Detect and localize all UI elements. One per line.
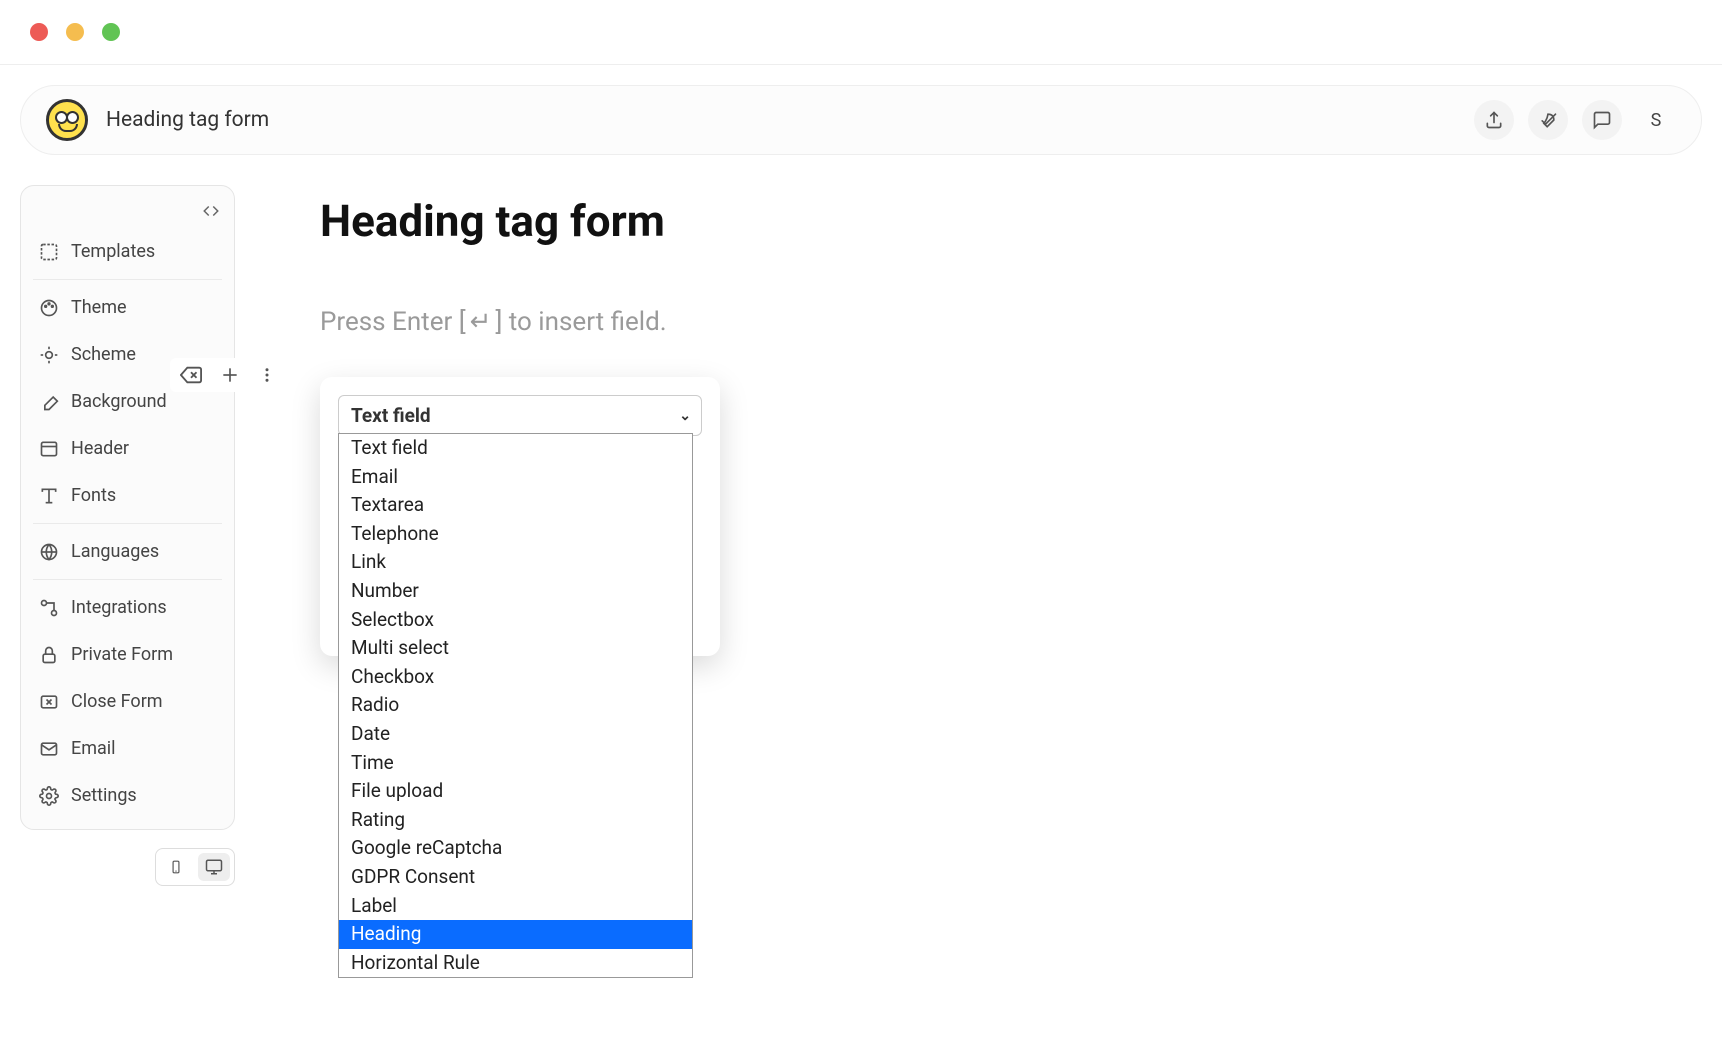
sidebar-item-theme[interactable]: Theme	[21, 284, 234, 331]
sidebar-item-label: Private Form	[71, 644, 173, 665]
avatar[interactable]: S	[1636, 100, 1676, 140]
brush-icon	[39, 392, 59, 412]
sidebar-item-settings[interactable]: Settings	[21, 772, 234, 819]
code-icon	[202, 202, 220, 220]
device-desktop-button[interactable]	[198, 853, 230, 881]
sidebar-item-label: Fonts	[71, 485, 116, 506]
field-type-option[interactable]: Link	[339, 548, 692, 577]
sidebar-item-templates[interactable]: Templates	[21, 228, 234, 275]
sidebar-item-label: Templates	[71, 241, 155, 262]
publish-button[interactable]	[1528, 100, 1568, 140]
field-type-option[interactable]: Telephone	[339, 520, 692, 549]
sidebar-item-email[interactable]: Email	[21, 725, 234, 772]
sidebar-item-label: Header	[71, 438, 129, 459]
field-type-option[interactable]: Number	[339, 577, 692, 606]
field-type-option[interactable]: GDPR Consent	[339, 863, 692, 892]
sun-icon	[39, 345, 59, 365]
sidebar-item-label: Background	[71, 391, 167, 412]
type-icon	[39, 486, 59, 506]
field-type-option[interactable]: Google reCaptcha	[339, 834, 692, 863]
integrations-icon	[39, 598, 59, 618]
form-title[interactable]: Heading tag form	[320, 195, 1702, 247]
form-canvas: Heading tag form Press Enter [↵] to inse…	[265, 185, 1702, 656]
workarea: Templates Theme Scheme Background Header	[0, 155, 1722, 886]
field-type-option[interactable]: Date	[339, 720, 692, 749]
sidebar-wrap: Templates Theme Scheme Background Header	[20, 185, 235, 886]
field-type-option[interactable]: Rating	[339, 806, 692, 835]
sidebar-item-label: Settings	[71, 785, 137, 806]
field-type-option[interactable]: Checkbox	[339, 663, 692, 692]
field-type-option[interactable]: Multi select	[339, 634, 692, 663]
field-type-selected: Text field	[351, 404, 431, 427]
sidebar-item-integrations[interactable]: Integrations	[21, 584, 234, 631]
sidebar-item-label: Close Form	[71, 691, 163, 712]
sidebar-item-header[interactable]: Header	[21, 425, 234, 472]
page-title: Heading tag form	[106, 108, 1456, 132]
comments-button[interactable]	[1582, 100, 1622, 140]
device-preview-toggle	[155, 848, 235, 886]
field-type-option[interactable]: Time	[339, 749, 692, 778]
top-actions: S	[1474, 100, 1676, 140]
field-type-option[interactable]: Text field	[339, 434, 692, 463]
field-type-option[interactable]: Selectbox	[339, 606, 692, 635]
sidebar-item-label: Scheme	[71, 344, 136, 365]
app-logo	[46, 99, 88, 141]
sidebar-item-label: Email	[71, 738, 116, 759]
insert-hint[interactable]: Press Enter [↵] to insert field.	[320, 307, 1702, 337]
traffic-light-close[interactable]	[30, 23, 48, 41]
field-type-select[interactable]: Text field ⌄	[338, 395, 702, 436]
field-type-option[interactable]: File upload	[339, 777, 692, 806]
lock-icon	[39, 645, 59, 665]
sidebar-item-close-form[interactable]: Close Form	[21, 678, 234, 725]
traffic-light-zoom[interactable]	[102, 23, 120, 41]
window-chrome	[0, 0, 1722, 65]
device-mobile-button[interactable]	[160, 853, 192, 881]
rocket-icon	[1538, 110, 1558, 130]
sidebar: Templates Theme Scheme Background Header	[20, 185, 235, 830]
upload-icon	[1484, 110, 1504, 130]
field-type-option[interactable]: Textarea	[339, 491, 692, 520]
sidebar-item-label: Theme	[71, 297, 127, 318]
gear-icon	[39, 786, 59, 806]
chevron-down-icon: ⌄	[679, 408, 691, 424]
field-type-option[interactable]: Radio	[339, 691, 692, 720]
field-type-panel: Text field ⌄ Text fieldEmailTextareaTele…	[320, 377, 720, 656]
add-button[interactable]	[220, 365, 240, 385]
code-toggle[interactable]	[21, 196, 234, 228]
comment-icon	[1592, 110, 1612, 130]
sidebar-item-label: Integrations	[71, 597, 167, 618]
sidebar-item-languages[interactable]: Languages	[21, 528, 234, 575]
mobile-icon	[169, 857, 183, 877]
plus-icon	[220, 365, 240, 385]
field-type-option[interactable]: Email	[339, 463, 692, 492]
delete-button[interactable]	[180, 364, 202, 386]
backspace-icon	[180, 364, 202, 386]
insert-hint-prefix: Press Enter [	[320, 307, 466, 337]
insert-hint-suffix: ] to insert field.	[495, 307, 666, 337]
sidebar-item-fonts[interactable]: Fonts	[21, 472, 234, 519]
close-form-icon	[39, 692, 59, 712]
header-icon	[39, 439, 59, 459]
sidebar-item-label: Languages	[71, 541, 159, 562]
palette-icon	[39, 298, 59, 318]
traffic-light-minimize[interactable]	[66, 23, 84, 41]
templates-icon	[39, 242, 59, 262]
desktop-icon	[204, 858, 224, 876]
enter-key-icon: ↵	[466, 307, 496, 337]
field-type-option[interactable]: Horizontal Rule	[339, 949, 692, 978]
top-bar: Heading tag form S	[20, 85, 1702, 155]
field-type-options-list[interactable]: Text fieldEmailTextareaTelephoneLinkNumb…	[338, 433, 693, 978]
globe-icon	[39, 542, 59, 562]
field-type-option[interactable]: Label	[339, 892, 692, 921]
field-type-option[interactable]: Heading	[339, 920, 692, 949]
mail-icon	[39, 739, 59, 759]
share-button[interactable]	[1474, 100, 1514, 140]
sidebar-item-private-form[interactable]: Private Form	[21, 631, 234, 678]
